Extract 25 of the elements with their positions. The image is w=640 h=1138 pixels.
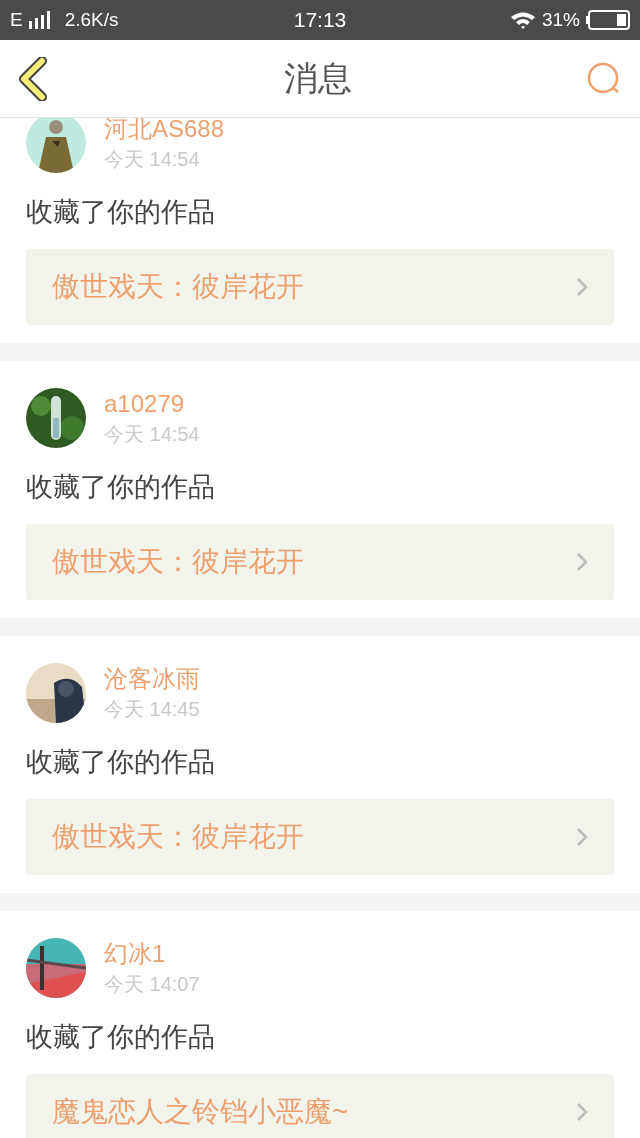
page-title: 消息 (284, 58, 352, 99)
work-link[interactable]: 傲世戏天：彼岸花开 (26, 799, 614, 875)
chevron-right-icon (576, 1102, 588, 1122)
user-name[interactable]: a10279 (104, 390, 200, 418)
user-name[interactable]: 沧客冰雨 (104, 665, 200, 693)
work-link[interactable]: 魔鬼恋人之铃铛小恶魔~ (26, 1074, 614, 1138)
message-text: 收藏了你的作品 (26, 196, 216, 229)
chevron-right-icon (576, 827, 588, 847)
network-type: E (10, 7, 23, 32)
user-name[interactable]: 河北AS688 (104, 118, 225, 143)
battery-percent: 31% (541, 7, 580, 32)
back-button[interactable] (18, 56, 50, 101)
chevron-right-icon (576, 552, 588, 572)
message-text: 收藏了你的作品 (26, 1021, 216, 1054)
wifi-icon (509, 11, 536, 29)
user-name[interactable]: 幻冰1 (104, 940, 200, 968)
work-link[interactable]: 傲世戏天：彼岸花开 (26, 249, 614, 325)
battery-icon (586, 10, 630, 30)
network-speed: 2.6K/s (64, 7, 119, 32)
chevron-right-icon (576, 277, 588, 297)
clock: 17:13 (293, 7, 347, 34)
message-text: 收藏了你的作品 (26, 746, 216, 779)
message-text: 收藏了你的作品 (26, 471, 216, 504)
signal-icon (28, 11, 53, 29)
work-link[interactable]: 傲世戏天：彼岸花开 (26, 524, 614, 600)
